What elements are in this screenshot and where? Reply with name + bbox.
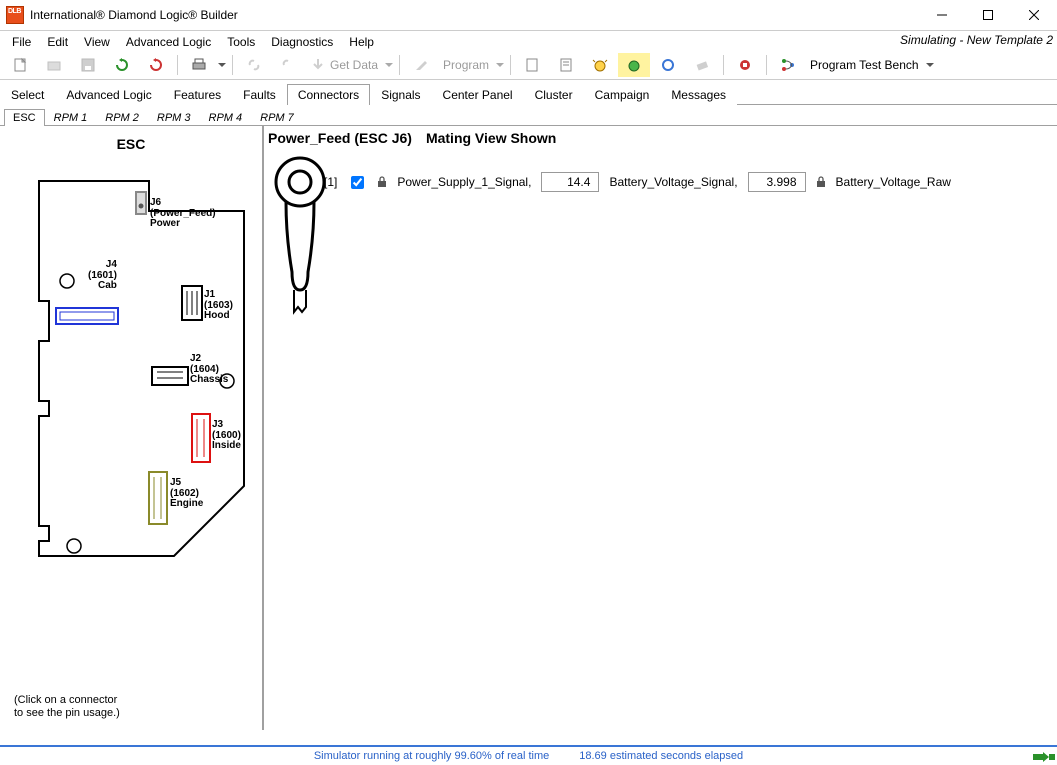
sub-tabs: ESC RPM 1 RPM 2 RPM 3 RPM 4 RPM 7	[0, 105, 1057, 126]
refresh-green-button[interactable]	[106, 53, 138, 77]
signal-2-name: Battery_Voltage_Signal,	[609, 175, 737, 189]
menu-advanced-logic[interactable]: Advanced Logic	[118, 33, 219, 51]
sim-control-button[interactable]	[652, 53, 684, 77]
menu-edit[interactable]: Edit	[39, 33, 76, 51]
doc1-button[interactable]	[516, 53, 548, 77]
connector-j4-label[interactable]: J4(1601)Cab	[88, 260, 117, 292]
menu-file[interactable]: File	[4, 33, 39, 51]
connector-detail-panel: Power_Feed (ESC J6) Mating View Shown [1…	[264, 126, 1057, 730]
connector-map-panel: ESC J6	[0, 126, 264, 730]
tab-connectors[interactable]: Connectors	[287, 84, 370, 105]
connector-j6-label[interactable]: J6(Power_Feed)Power	[150, 198, 216, 230]
print-button[interactable]	[183, 53, 215, 77]
connector-j2-label[interactable]: J2(1604)Chassis	[190, 354, 228, 386]
subtab-rpm2[interactable]: RPM 2	[96, 109, 148, 126]
connector-j1-label[interactable]: J1(1603)Hood	[204, 290, 233, 322]
status-bar: Simulator running at roughly 99.60% of r…	[0, 745, 1057, 765]
stop-record-button[interactable]	[729, 53, 761, 77]
lock-icon	[816, 176, 826, 188]
tab-faults[interactable]: Faults	[232, 84, 287, 105]
get-data-dropdown[interactable]	[384, 61, 394, 69]
bug-green-button[interactable]	[618, 53, 650, 77]
subtab-rpm4[interactable]: RPM 4	[200, 109, 252, 126]
bug-yellow-button[interactable]	[584, 53, 616, 77]
connector-j3-label[interactable]: J3(1600)Inside	[212, 420, 241, 452]
close-button[interactable]	[1011, 0, 1057, 30]
get-data-button[interactable]: Get Data	[306, 53, 382, 77]
menu-diagnostics[interactable]: Diagnostics	[263, 33, 341, 51]
signal-1-value[interactable]: 14.4	[541, 172, 599, 192]
pin-row-1: [1] Power_Supply_1_Signal, 14.4 Battery_…	[324, 172, 951, 192]
subtab-rpm1[interactable]: RPM 1	[45, 109, 97, 126]
program-dropdown[interactable]	[495, 61, 505, 69]
open-button[interactable]	[38, 53, 70, 77]
menu-tools[interactable]: Tools	[219, 33, 263, 51]
minimize-button[interactable]	[919, 0, 965, 30]
test-bench-dropdown[interactable]	[925, 61, 935, 69]
status-elapsed-text: 18.69 estimated seconds elapsed	[579, 750, 743, 762]
tab-cluster[interactable]: Cluster	[524, 84, 584, 105]
program-button[interactable]: Program	[439, 53, 493, 77]
signal-2-value[interactable]: 3.998	[748, 172, 806, 192]
app-icon	[6, 6, 24, 24]
detail-header: Power_Feed (ESC J6) Mating View Shown	[268, 130, 556, 146]
subtab-rpm7[interactable]: RPM 7	[251, 109, 303, 126]
connector-hint: (Click on a connectorto see the pin usag…	[14, 694, 120, 720]
pin-index: [1]	[324, 175, 337, 189]
connection-status-icon	[1033, 750, 1055, 764]
signal-1-name: Power_Supply_1_Signal,	[397, 175, 531, 189]
tab-features[interactable]: Features	[163, 84, 232, 105]
edit-icon-button[interactable]	[405, 53, 437, 77]
tab-signals[interactable]: Signals	[370, 84, 431, 105]
signal-3-name: Battery_Voltage_Raw	[836, 175, 951, 189]
workspace: ESC J6	[0, 126, 1057, 730]
status-sim-text: Simulator running at roughly 99.60% of r…	[314, 750, 549, 762]
new-button[interactable]	[4, 53, 36, 77]
doc2-button[interactable]	[550, 53, 582, 77]
esc-title: ESC	[0, 136, 262, 152]
ring-terminal-icon	[272, 152, 328, 322]
refresh-red-button[interactable]	[140, 53, 172, 77]
subtab-esc[interactable]: ESC	[4, 109, 45, 126]
pin-enable-checkbox[interactable]	[351, 176, 364, 189]
print-dropdown[interactable]	[217, 61, 227, 69]
toolbar: Get Data Program Program Test Bench	[0, 51, 1057, 80]
maximize-button[interactable]	[965, 0, 1011, 30]
link-button[interactable]	[238, 53, 270, 77]
branch-icon[interactable]	[772, 53, 804, 77]
unlink-button[interactable]	[272, 53, 304, 77]
lock-icon	[377, 176, 387, 188]
menu-view[interactable]: View	[76, 33, 118, 51]
erase-button[interactable]	[686, 53, 718, 77]
subtab-rpm3[interactable]: RPM 3	[148, 109, 200, 126]
menu-help[interactable]: Help	[341, 33, 382, 51]
window-title: International® Diamond Logic® Builder	[30, 8, 238, 22]
tab-messages[interactable]: Messages	[660, 84, 737, 105]
tab-campaign[interactable]: Campaign	[584, 84, 661, 105]
tab-center-panel[interactable]: Center Panel	[432, 84, 524, 105]
connector-j5-label[interactable]: J5(1602)Engine	[170, 478, 203, 510]
save-button[interactable]	[72, 53, 104, 77]
title-bar: International® Diamond Logic® Builder	[0, 0, 1057, 31]
test-bench-button[interactable]: Program Test Bench	[806, 53, 923, 77]
tab-select[interactable]: Select	[0, 84, 55, 105]
tab-advanced-logic[interactable]: Advanced Logic	[55, 84, 162, 105]
main-tabs: Select Advanced Logic Features Faults Co…	[0, 82, 1057, 105]
